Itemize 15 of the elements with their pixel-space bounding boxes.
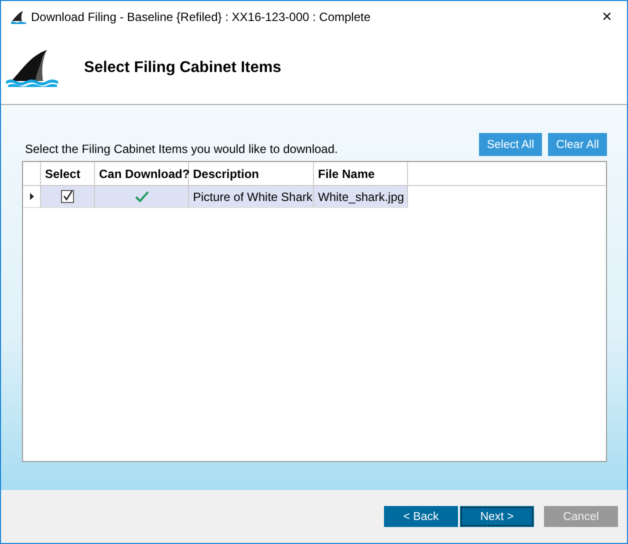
close-button[interactable]: ✕ <box>587 1 627 32</box>
shark-fin-icon <box>5 48 59 88</box>
column-header[interactable]: File Name <box>314 162 408 185</box>
next-button[interactable]: Next > <box>460 506 534 527</box>
checkbox[interactable] <box>61 190 74 203</box>
back-button[interactable]: < Back <box>384 506 458 527</box>
column-header[interactable]: Select <box>41 162 95 185</box>
window-title: Download Filing - Baseline {Refiled} : XX16-123-000 : Complete <box>31 10 372 24</box>
instruction-text: Select the Filing Cabinet Items you would like to download. <box>25 142 338 156</box>
shark-fin-icon <box>10 10 26 24</box>
table-cell: Picture of White Shark <box>193 190 312 204</box>
page-heading: Select Filing Cabinet Items <box>84 59 282 77</box>
column-header[interactable]: Description <box>189 162 314 185</box>
column-header[interactable]: Can Download? <box>95 162 189 185</box>
table-cell: White_shark.jpg <box>318 190 404 204</box>
